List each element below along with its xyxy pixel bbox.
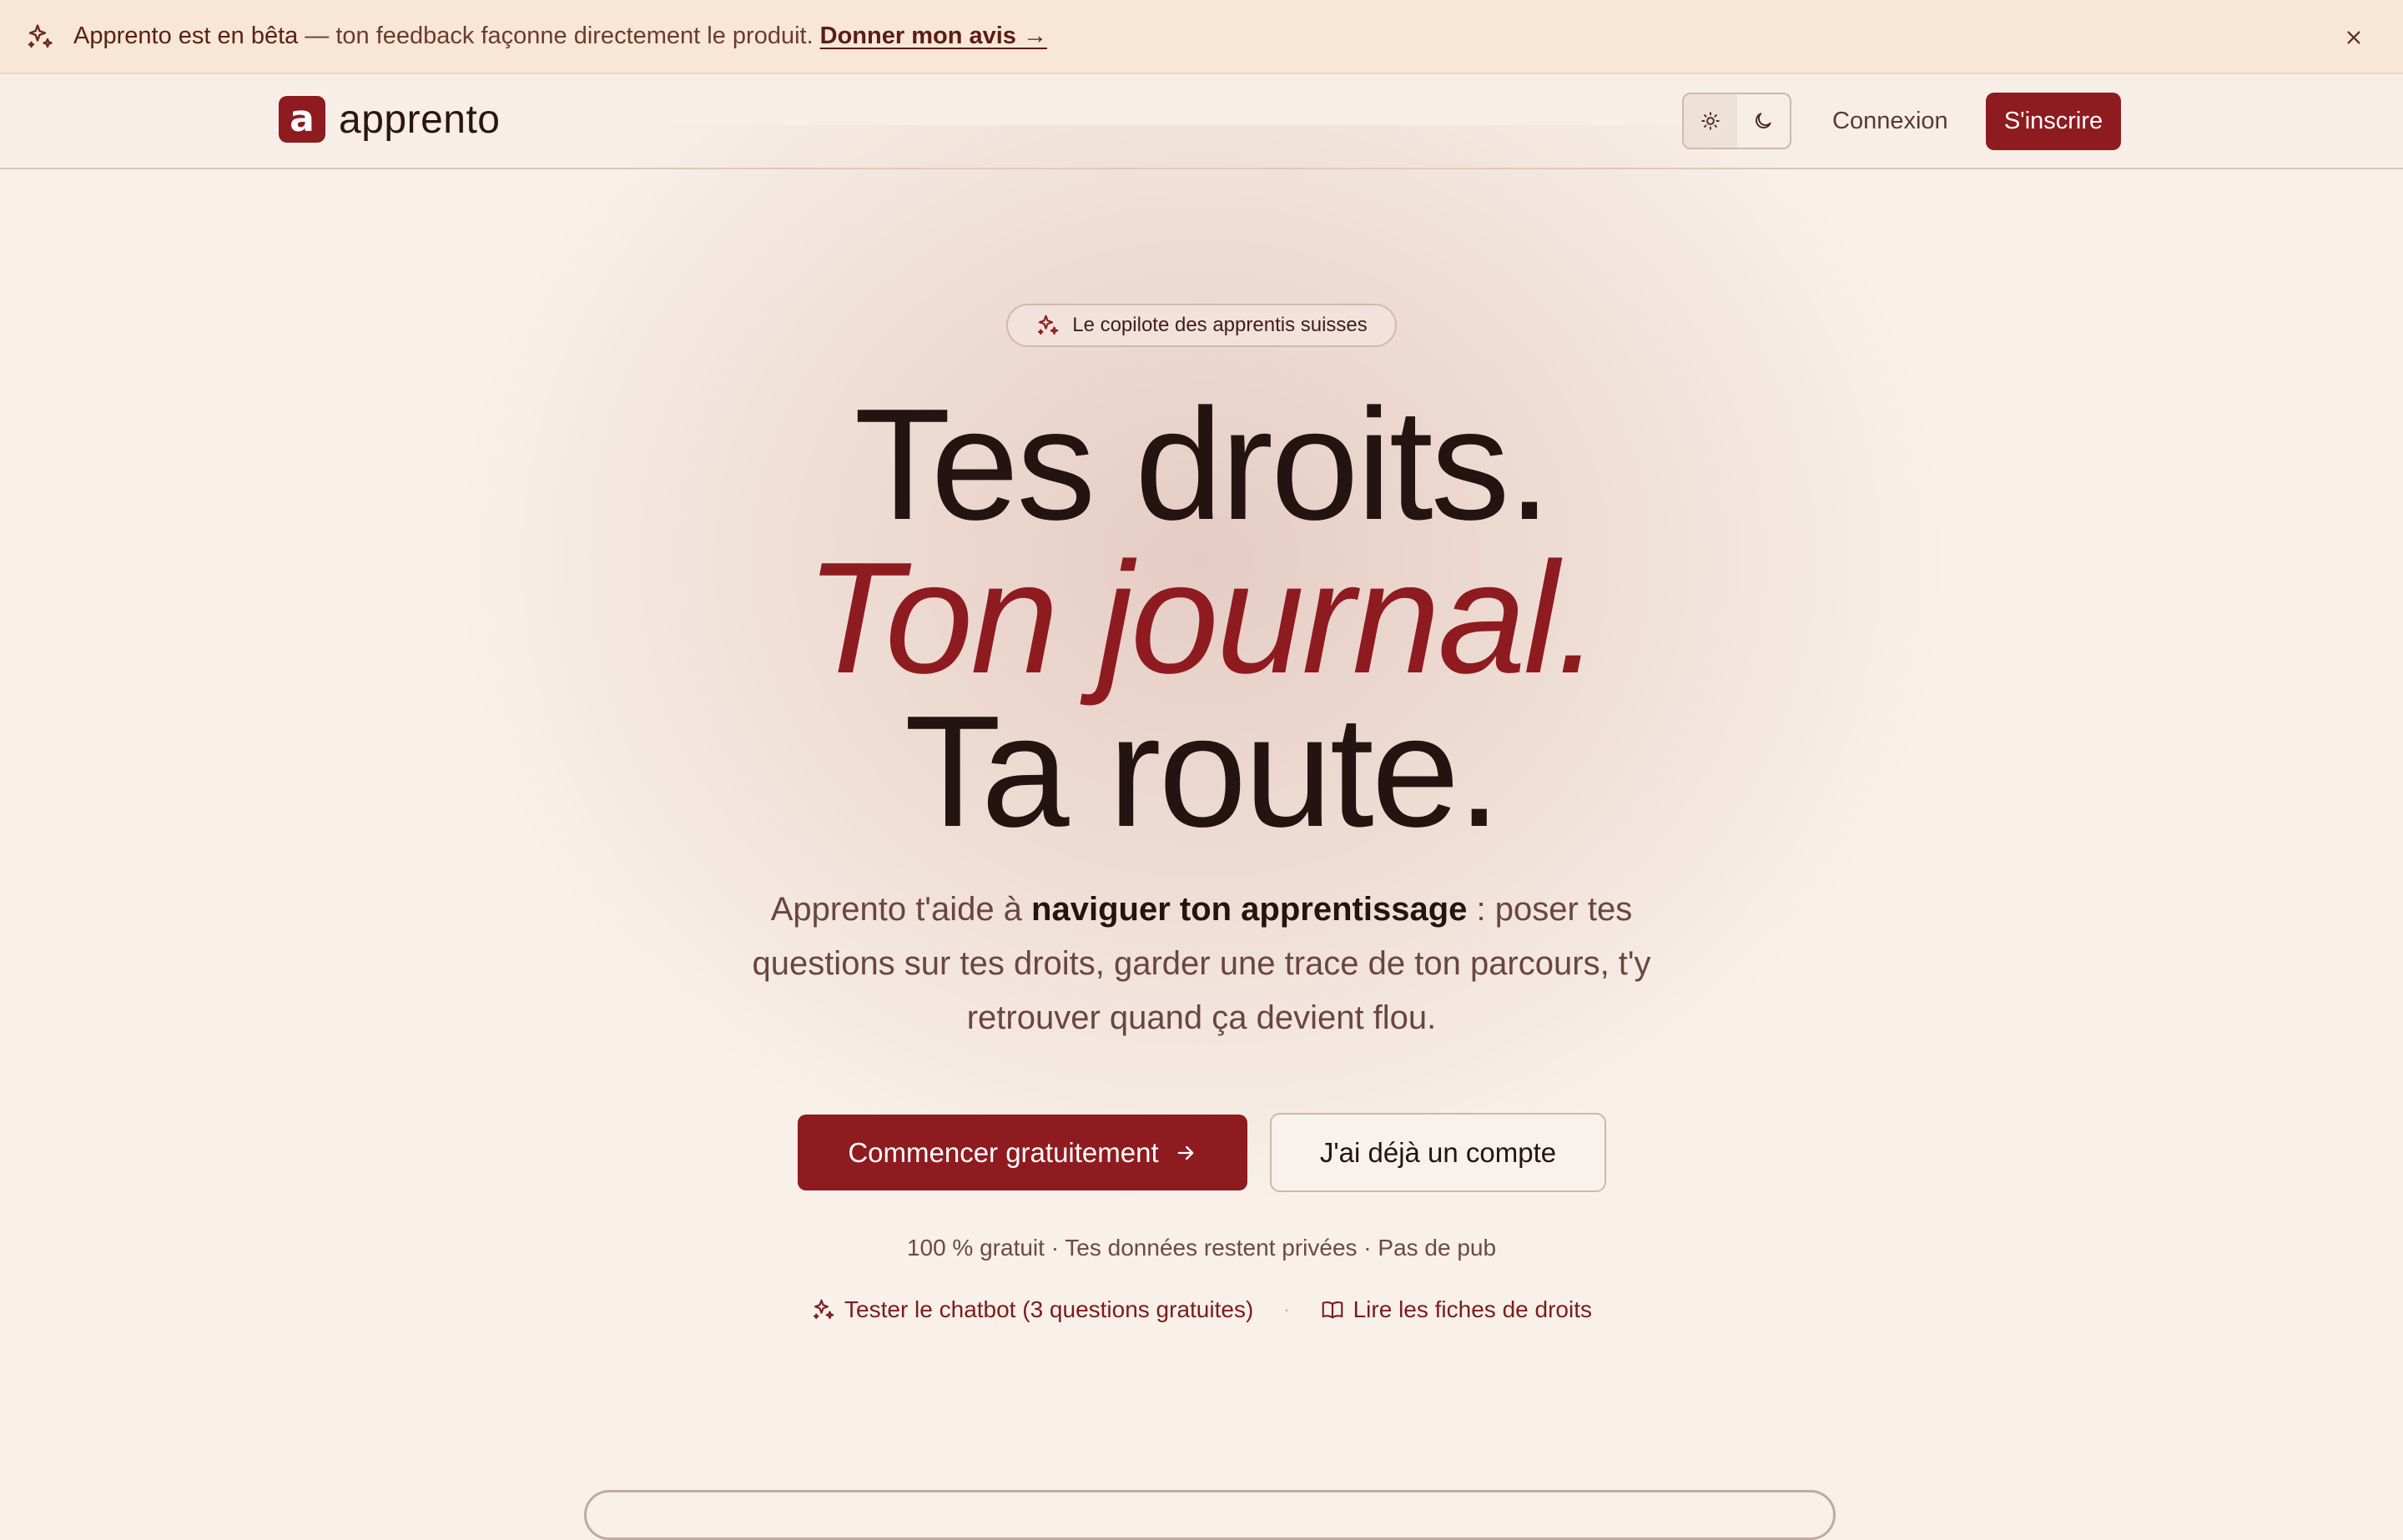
existing-account-button[interactable]: J'ai déjà un compte bbox=[1270, 1113, 1606, 1192]
start-free-button[interactable]: Commencer gratuitement bbox=[798, 1115, 1247, 1190]
arrow-right-icon bbox=[1174, 1141, 1197, 1165]
dark-theme-button[interactable] bbox=[1737, 94, 1791, 148]
preview-card-edge bbox=[584, 1490, 1836, 1540]
headline-line-1: Tes droits. bbox=[854, 376, 1552, 553]
start-free-label: Commencer gratuitement bbox=[848, 1136, 1159, 1168]
moon-icon bbox=[1752, 110, 1774, 132]
banner-title: Apprento est en bêta bbox=[73, 23, 299, 49]
login-link[interactable]: Connexion bbox=[1832, 108, 1948, 135]
headline-line-2: Ton journal. bbox=[805, 530, 1600, 707]
logo-text: apprento bbox=[339, 97, 501, 142]
close-icon[interactable] bbox=[2338, 22, 2370, 53]
secondary-links: Tester le chatbot (3 questions gratuites… bbox=[0, 1296, 2403, 1323]
lead-text-start: Apprento t'aide à bbox=[770, 891, 1032, 928]
link-separator: · bbox=[1283, 1299, 1290, 1320]
site-header: a apprento Connexion S'inscrire bbox=[0, 74, 2403, 169]
beta-banner: Apprento est en bêta — ton feedback faço… bbox=[0, 0, 2403, 74]
logo-mark: a bbox=[279, 96, 325, 143]
tagline-pill: Le copilote des apprentis suisses bbox=[1006, 304, 1397, 347]
reassurance-text: 100 % gratuit · Tes données restent priv… bbox=[906, 1235, 1497, 1261]
sparkles-icon bbox=[25, 22, 55, 52]
banner-text: — ton feedback façonne directement le pr… bbox=[305, 23, 814, 49]
light-theme-button[interactable] bbox=[1684, 94, 1737, 148]
rights-sheets-link[interactable]: Lire les fiches de droits bbox=[1320, 1296, 1592, 1323]
headline-line-3: Ta route. bbox=[904, 683, 1501, 860]
sun-icon bbox=[1700, 110, 1721, 132]
tagline-text: Le copilote des apprentis suisses bbox=[1072, 314, 1368, 336]
theme-toggle bbox=[1682, 93, 1791, 149]
logo[interactable]: a apprento bbox=[279, 96, 501, 143]
signup-button[interactable]: S'inscrire bbox=[1986, 93, 2121, 150]
hero-description: Apprento t'aide à naviguer ton apprentis… bbox=[701, 883, 1702, 1045]
sparkles-icon bbox=[811, 1297, 836, 1322]
rights-sheets-label: Lire les fiches de droits bbox=[1353, 1296, 1592, 1322]
feedback-link[interactable]: Donner mon avis → bbox=[820, 23, 1047, 50]
sparkles-icon bbox=[1035, 313, 1060, 338]
book-icon bbox=[1320, 1297, 1345, 1322]
try-chatbot-label: Tester le chatbot (3 questions gratuites… bbox=[844, 1296, 1254, 1322]
try-chatbot-link[interactable]: Tester le chatbot (3 questions gratuites… bbox=[811, 1296, 1253, 1323]
lead-emphasis: naviguer ton apprentissage bbox=[1031, 891, 1468, 928]
